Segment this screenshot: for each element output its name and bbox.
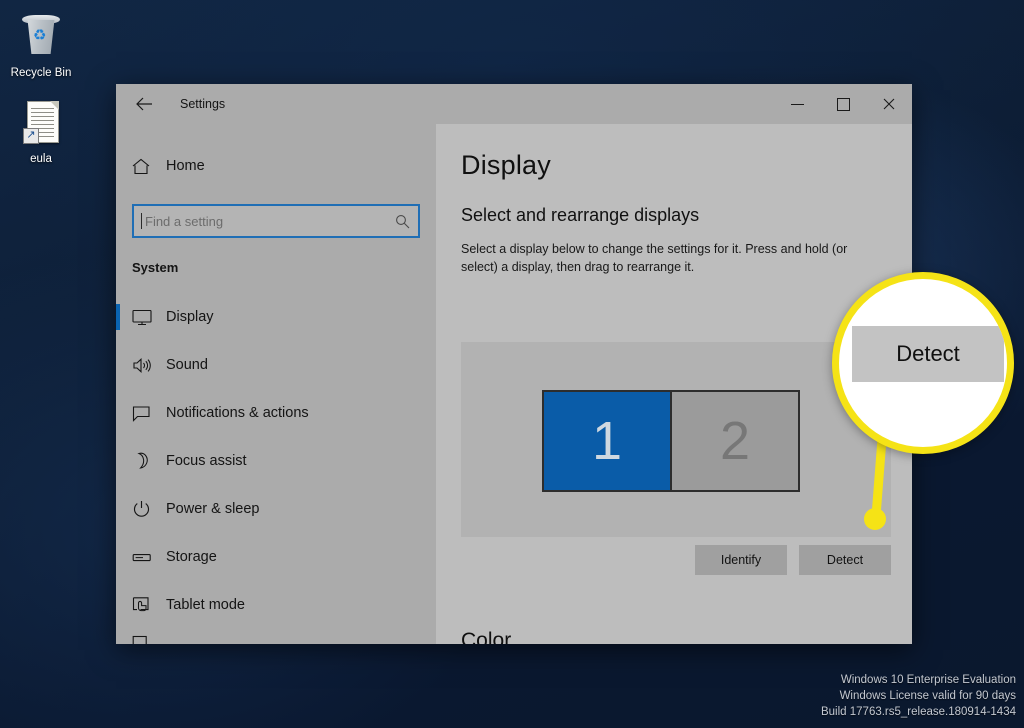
drive-icon [132,549,166,566]
section-heading: Select and rearrange displays [461,205,700,225]
sidebar-item-label: Focus assist [166,453,247,469]
window-caption-buttons [774,84,912,124]
sidebar-item-storage[interactable]: Storage [116,533,436,581]
desktop-icon-eula[interactable]: ↗ eula [2,98,80,166]
magnifier-content: Detect [839,279,1007,447]
section-description: Select a display below to change the set… [461,242,848,274]
desktop-screen: ♻ Recycle Bin ↗ eula Settings Home Find … [0,0,1024,728]
sidebar-item-label: Power & sleep [166,501,260,517]
display-monitor-number: 2 [719,411,751,471]
back-button[interactable] [122,88,166,120]
sidebar-section-label: System [132,260,179,275]
sidebar-item-label: Display [166,309,214,325]
speech-bubble-icon [132,405,166,422]
sidebar-nav-list: Display Sound Notifications & actions Fo… [116,293,436,644]
sidebar-item-display[interactable]: Display [116,293,436,341]
display-arrangement-canvas[interactable]: 1 2 [461,342,891,537]
sidebar-item-sound[interactable]: Sound [116,341,436,389]
sidebar-item-label: Storage [166,549,217,565]
sidebar-item-power-sleep[interactable]: Power & sleep [116,485,436,533]
identify-button[interactable]: Identify [695,545,787,575]
display-action-buttons: Identify Detect [461,545,891,575]
titlebar-left-zone: Settings [116,84,436,124]
display-monitor-number: 1 [591,411,623,471]
shortcut-arrow-icon: ↗ [23,128,39,144]
close-button[interactable] [866,84,912,124]
minimize-button[interactable] [774,84,820,124]
sidebar-item-label: Notifications & actions [166,405,309,421]
home-icon [132,158,166,175]
recycle-bin-icon: ♻ [17,12,65,60]
tablet-touch-icon [132,596,166,614]
sidebar-item-focus-assist[interactable]: Focus assist [116,437,436,485]
sidebar-item-home[interactable]: Home [116,146,436,186]
color-section-heading: Color [461,629,512,644]
window-title: Settings [180,97,226,111]
watermark-line-1: Windows 10 Enterprise Evaluation [840,674,1016,686]
desktop-icon-label: eula [30,153,52,165]
display-monitor-2[interactable]: 2 [670,390,800,492]
window-titlebar: Settings [116,84,912,124]
search-placeholder: Find a setting [145,213,224,229]
magnified-detect-button: Detect [852,326,1004,382]
maximize-button[interactable] [820,84,866,124]
detect-button[interactable]: Detect [799,545,891,575]
multitasking-icon [132,635,166,644]
text-caret [141,213,142,229]
watermark-line-2: Windows License valid for 90 days [839,690,1016,702]
search-icon[interactable] [395,214,410,229]
sidebar-item-notifications-actions[interactable]: Notifications & actions [116,389,436,437]
display-monitor-1[interactable]: 1 [542,390,672,492]
sidebar-item-label: Sound [166,357,208,373]
windows-activation-watermark: Windows 10 Enterprise Evaluation Windows… [821,672,1016,720]
desktop-icon-recycle-bin[interactable]: ♻ Recycle Bin [2,12,80,80]
settings-sidebar: Home Find a setting System Display Sound… [116,124,436,644]
power-icon [132,500,166,518]
watermark-line-3: Build 17763.rs5_release.180914-1434 [820,706,1016,718]
selection-indicator [116,304,120,330]
sidebar-item-partial-next[interactable] [116,629,436,644]
speaker-icon [132,357,166,374]
sidebar-item-label: Home [166,158,205,174]
magnifier-callout: Detect [832,272,1014,454]
search-input[interactable]: Find a setting [132,204,420,238]
settings-window: Settings Home Find a setting System Disp… [116,84,912,644]
moon-icon [132,452,166,470]
sidebar-item-label: Tablet mode [166,597,245,613]
desktop-icon-label: Recycle Bin [10,67,72,79]
document-icon: ↗ [17,98,65,146]
page-title: Display [461,150,551,180]
monitor-icon [132,309,166,326]
sidebar-item-tablet-mode[interactable]: Tablet mode [116,581,436,629]
